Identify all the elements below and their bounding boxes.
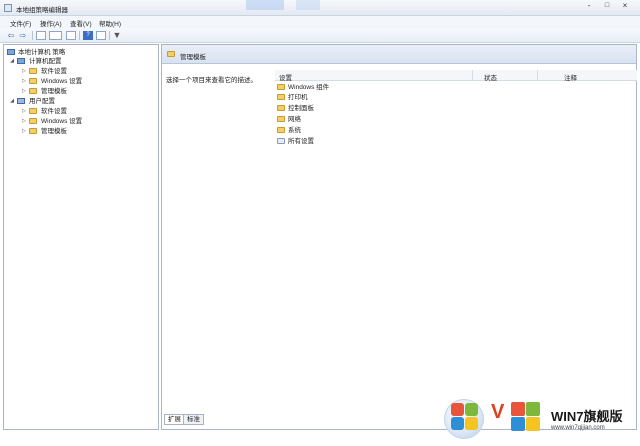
tab-extended[interactable]: 扩展: [164, 414, 185, 425]
toolbar-separator: [32, 31, 33, 40]
expand-arrow-icon[interactable]: ▷: [21, 87, 27, 96]
tree-root-label: 本地计算机 策略: [18, 49, 66, 56]
expand-arrow-icon[interactable]: ▷: [21, 67, 27, 76]
tree-item-label: 管理模板: [41, 128, 67, 135]
folder-icon: [277, 127, 285, 133]
maximize-button[interactable]: □: [598, 1, 616, 12]
expand-arrow-icon[interactable]: ▷: [21, 77, 27, 86]
collapse-arrow-icon[interactable]: ◢: [9, 97, 15, 106]
folder-icon: [167, 51, 175, 57]
tree-item-windows-settings[interactable]: ▷ Windows 设置: [21, 117, 157, 127]
tree-computer-config-label: 计算机配置: [29, 58, 62, 65]
tree-item-label: 管理模板: [41, 88, 67, 95]
menu-action[interactable]: 操作(A): [40, 18, 62, 28]
toolbar-separator: [109, 31, 110, 40]
tree-user-config[interactable]: ◢ 用户配置: [9, 97, 157, 107]
help-icon[interactable]: ?: [83, 31, 93, 40]
user-icon: [17, 98, 25, 104]
back-arrow-icon[interactable]: ⇦: [6, 31, 16, 40]
expand-arrow-icon[interactable]: ▷: [21, 117, 27, 126]
toolbar: ⇦ ⇨ ? ▼: [0, 28, 640, 43]
menu-help[interactable]: 帮助(H): [99, 18, 121, 28]
menu-view[interactable]: 查看(V): [70, 18, 92, 28]
console-tree: 本地计算机 策略 ◢ 计算机配置 ▷ 软件设置 ▷ Windows 设置 ▷ 管…: [3, 44, 159, 430]
properties-icon[interactable]: [96, 31, 106, 40]
menu-file[interactable]: 文件(F): [10, 18, 31, 28]
list-item-label: 网络: [288, 116, 301, 123]
list-item-label: 所有设置: [288, 138, 314, 145]
tree-item-label: 软件设置: [41, 68, 67, 75]
logo-flag-green: [526, 402, 540, 416]
folder-icon: [277, 116, 285, 122]
tree-item-label: Windows 设置: [41, 78, 83, 85]
menu-bar: 文件(F) 操作(A) 查看(V) 帮助(H): [0, 16, 640, 28]
all-settings-icon: [277, 138, 285, 144]
folder-icon: [277, 105, 285, 111]
tree-item-windows-settings[interactable]: ▷ Windows 设置: [21, 77, 157, 87]
watermark-brand: WIN7旗舰版: [551, 409, 623, 424]
column-comment[interactable]: 注释: [564, 72, 577, 82]
logo-flag-blue: [451, 417, 464, 430]
tree-item-software-settings[interactable]: ▷ 软件设置: [21, 107, 157, 117]
forward-arrow-icon[interactable]: ⇨: [18, 31, 28, 40]
toolbar-separator: [79, 31, 80, 40]
description-text: 选择一个项目来查看它的描述。: [166, 77, 257, 84]
folder-icon: [29, 78, 37, 84]
list-item-label: Windows 组件: [288, 84, 330, 91]
column-divider[interactable]: [537, 70, 538, 81]
list-item-label: 控制面板: [288, 105, 314, 112]
collapse-arrow-icon[interactable]: ◢: [9, 57, 15, 66]
window-title: 本地组策略编辑器: [16, 7, 68, 14]
folder-up-icon[interactable]: [36, 31, 46, 40]
windows-orb-logo: [444, 399, 484, 439]
logo-flag-red: [451, 403, 464, 416]
title-bar: 本地组策略编辑器 - □ ×: [0, 0, 640, 16]
column-state[interactable]: 状态: [484, 72, 497, 82]
tree-user-config-label: 用户配置: [29, 98, 55, 105]
logo-flag-blue: [511, 417, 525, 431]
folder-icon: [29, 68, 37, 74]
app-icon: [4, 4, 12, 12]
folder-icon: [277, 94, 285, 100]
watermark-url: www.win7qijian.com: [551, 425, 605, 431]
logo-flag-yellow: [465, 417, 478, 430]
close-button[interactable]: ×: [616, 1, 634, 12]
list-column-header: 设置 状态 注释: [275, 70, 637, 82]
folder-icon: [29, 128, 37, 134]
show-hide-tree-icon[interactable]: [49, 31, 62, 40]
tree-item-label: Windows 设置: [41, 118, 83, 125]
computer-icon: [17, 58, 25, 64]
tree-computer-config[interactable]: ◢ 计算机配置: [9, 57, 157, 67]
list-item-label: 系统: [288, 127, 301, 134]
export-list-icon[interactable]: [66, 31, 76, 40]
tree-item-software-settings[interactable]: ▷ 软件设置: [21, 67, 157, 77]
folder-icon: [29, 88, 37, 94]
expand-arrow-icon[interactable]: ▷: [21, 127, 27, 136]
folder-icon: [277, 84, 285, 90]
logo-flag-yellow: [526, 417, 540, 431]
list-item-label: 打印机: [288, 94, 308, 101]
logo-flag-red: [511, 402, 525, 416]
logo-flag-green: [465, 403, 478, 416]
column-divider[interactable]: [472, 70, 473, 81]
column-setting[interactable]: 设置: [279, 72, 292, 82]
title-bar-reflection: [296, 0, 320, 10]
minimize-button[interactable]: -: [580, 1, 598, 12]
folder-icon: [29, 118, 37, 124]
title-bar-reflection: [246, 0, 284, 10]
computer-icon: [7, 49, 15, 55]
filter-icon[interactable]: ▼: [112, 31, 122, 40]
tree-item-label: 软件设置: [41, 108, 67, 115]
expand-arrow-icon[interactable]: ▷: [21, 107, 27, 116]
tab-standard[interactable]: 标准: [183, 414, 204, 425]
logo-v-mark: V: [491, 401, 505, 423]
tree-item-admin-templates[interactable]: ▷ 管理模板: [21, 127, 157, 137]
details-pane: 管理模板 选择一个项目来查看它的描述。 设置 状态 注释 Windows 组件 …: [161, 44, 637, 430]
folder-icon: [29, 108, 37, 114]
tree-item-admin-templates[interactable]: ▷ 管理模板: [21, 87, 157, 97]
details-header: 管理模板: [162, 45, 636, 64]
details-header-label: 管理模板: [180, 54, 206, 61]
